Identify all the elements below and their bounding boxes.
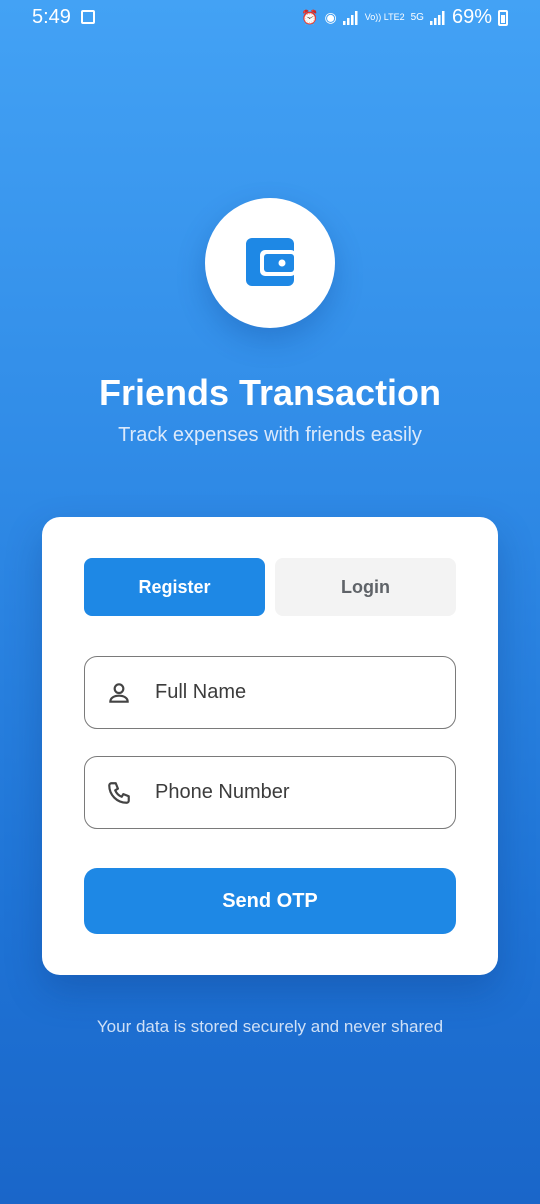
phone-icon (85, 780, 153, 806)
send-otp-button[interactable]: Send OTP (84, 868, 456, 934)
privacy-note: Your data is stored securely and never s… (96, 1017, 444, 1036)
status-bar: 5:49 ⏰ ◉ Vo)) LTE2 5G 69% (0, 0, 540, 36)
gallery-icon (81, 10, 95, 24)
status-time: 5:49 (32, 6, 71, 28)
auth-card: Register Login Send OTP (42, 517, 498, 975)
tab-register[interactable]: Register (84, 558, 265, 616)
signal-icon-2 (429, 10, 445, 25)
app-title: Friends Transaction (98, 372, 442, 413)
person-icon (85, 680, 153, 706)
app-logo (205, 198, 335, 328)
phone-field[interactable] (84, 756, 456, 829)
wallet-icon (246, 238, 296, 286)
full-name-field[interactable] (84, 656, 456, 729)
tab-login[interactable]: Login (275, 558, 456, 616)
alarm-icon: ⏰ (301, 9, 319, 25)
lte-indicator: Vo)) LTE2 (364, 12, 405, 22)
hotspot-icon: ◉ (324, 9, 337, 25)
battery-percent: 69% (451, 6, 492, 28)
status-indicators: ⏰ ◉ Vo)) LTE2 5G 69% (301, 6, 508, 29)
app-subtitle: Track expenses with friends easily (118, 424, 422, 446)
phone-input[interactable] (153, 780, 447, 805)
signal-icon (342, 10, 358, 25)
5g-indicator: 5G (410, 12, 424, 23)
full-name-input[interactable] (153, 680, 447, 705)
battery-icon (498, 9, 508, 26)
